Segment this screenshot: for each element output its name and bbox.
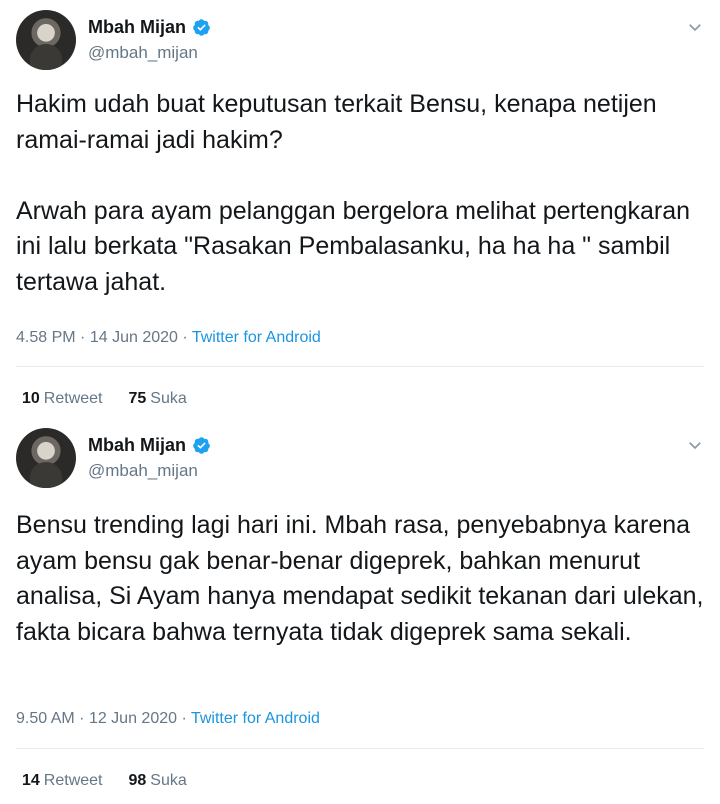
avatar[interactable] [16, 10, 76, 70]
retweet-count[interactable]: 10 Retweet [22, 390, 103, 408]
chevron-down-icon[interactable] [686, 18, 704, 36]
tweet-text: Bensu trending lagi hari ini. Mbah rasa,… [16, 511, 711, 646]
author-name[interactable]: Mbah Mijan [88, 435, 186, 456]
tweet-stats: 10 Retweet 75 Suka [22, 390, 187, 408]
tweet-source-link[interactable]: Twitter for Android [192, 329, 321, 346]
author-handle[interactable]: @mbah_mijan [88, 43, 198, 63]
tweet-date[interactable]: 12 Jun 2020 [89, 710, 177, 727]
tweet-time[interactable]: 9.50 AM [16, 710, 75, 727]
tweet-source-link[interactable]: Twitter for Android [191, 710, 320, 727]
verified-badge-icon [193, 437, 210, 454]
author-row[interactable]: Mbah Mijan [88, 435, 211, 456]
meta-separator: · [181, 710, 187, 727]
chevron-down-icon[interactable] [686, 436, 704, 454]
tweet-text: Hakim udah buat keputusan terkait Bensu,… [16, 90, 691, 296]
tweet-meta: 9.50 AM · 12 Jun 2020 · Twitter for Andr… [16, 710, 320, 728]
like-count[interactable]: 98 Suka [129, 772, 187, 790]
tweet-meta: 4.58 PM · 14 Jun 2020 · Twitter for Andr… [16, 329, 321, 347]
tweet-time[interactable]: 4.58 PM [16, 329, 76, 346]
verified-badge-icon [193, 19, 210, 36]
like-count[interactable]: 75 Suka [129, 390, 187, 408]
tweet-stats: 14 Retweet 98 Suka [22, 772, 187, 790]
author-handle[interactable]: @mbah_mijan [88, 461, 198, 481]
avatar[interactable] [16, 428, 76, 488]
author-row[interactable]: Mbah Mijan [88, 17, 211, 38]
divider [16, 748, 704, 749]
author-name[interactable]: Mbah Mijan [88, 17, 186, 38]
meta-separator: · [182, 329, 188, 346]
meta-separator: · [80, 329, 86, 346]
retweet-count[interactable]: 14 Retweet [22, 772, 103, 790]
divider [16, 366, 704, 367]
tweet-date[interactable]: 14 Jun 2020 [90, 329, 178, 346]
meta-separator: · [79, 710, 85, 727]
